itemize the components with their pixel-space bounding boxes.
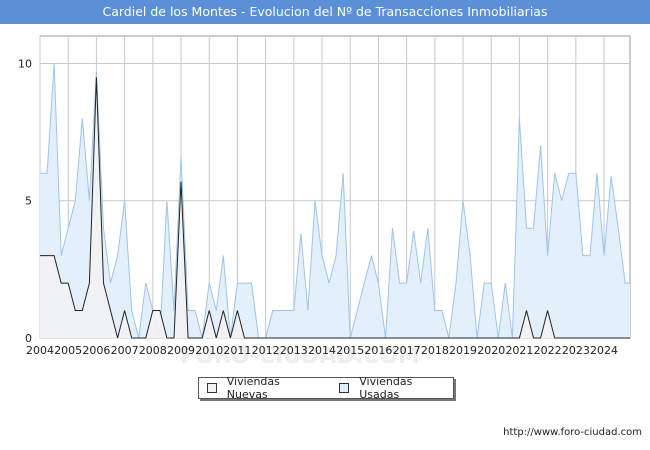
legend-label-nuevas: Viviendas Nuevas	[226, 375, 280, 401]
footer-url: http://www.foro-ciudad.com	[503, 427, 642, 438]
legend-item-nuevas: Viviendas Nuevas	[207, 375, 321, 401]
x-tick-label-2012: 2012	[252, 344, 280, 357]
x-tick-label-2019: 2019	[449, 344, 477, 357]
legend-swatch-nuevas	[207, 383, 217, 393]
legend-label-usadas: Viviendas Usadas	[359, 375, 413, 401]
x-tick-label-2016: 2016	[364, 344, 392, 357]
legend-item-usadas: Viviendas Usadas	[339, 375, 453, 401]
x-tick-label-2013: 2013	[280, 344, 308, 357]
legend: Viviendas Nuevas Viviendas Usadas	[198, 375, 454, 401]
x-tick-label-2021: 2021	[505, 344, 533, 357]
x-tick-label-2009: 2009	[167, 344, 195, 357]
x-tick-label-2014: 2014	[308, 344, 336, 357]
x-tick-label-2005: 2005	[54, 344, 82, 357]
y-axis-ticks: 0510	[18, 57, 32, 345]
legend-swatch-usadas	[339, 383, 350, 393]
x-tick-label-2017: 2017	[393, 344, 421, 357]
x-tick-label-2006: 2006	[82, 344, 110, 357]
x-tick-label-2011: 2011	[223, 344, 251, 357]
x-tick-label-2023: 2023	[562, 344, 590, 357]
x-tick-label-2020: 2020	[477, 344, 505, 357]
y-tick-label-5: 5	[25, 195, 32, 208]
x-tick-label-2007: 2007	[111, 344, 139, 357]
x-tick-label-2008: 2008	[139, 344, 167, 357]
x-tick-label-2004: 2004	[26, 344, 54, 357]
x-tick-label-2015: 2015	[336, 344, 364, 357]
x-tick-label-2022: 2022	[534, 344, 562, 357]
y-tick-label-10: 10	[18, 57, 32, 70]
x-tick-label-2010: 2010	[195, 344, 223, 357]
x-tick-label-2018: 2018	[421, 344, 449, 357]
x-axis-ticks: 2004 2005 2006 2007 2008 2009 2010 2011 2012 2013…	[26, 344, 618, 357]
x-tick-label-2024: 2024	[590, 344, 618, 357]
